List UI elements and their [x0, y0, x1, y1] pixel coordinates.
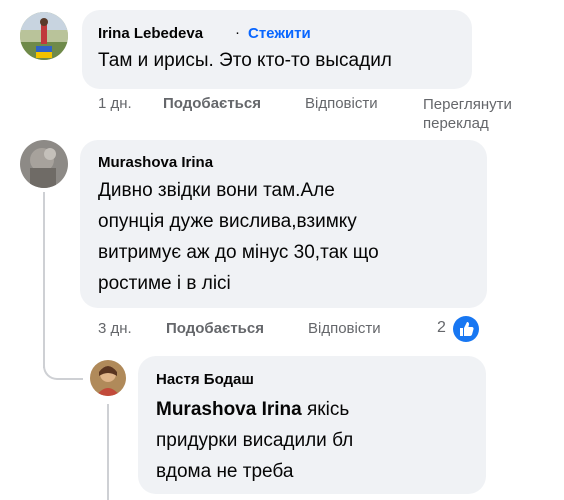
- comment-text-line: Дивно звідки вони там.Але: [98, 180, 335, 201]
- see-translation-button[interactable]: Переглянути переклад: [423, 95, 512, 133]
- see-translation-line2: переклад: [423, 115, 489, 132]
- see-translation-line1: Переглянути: [423, 96, 512, 113]
- avatar-photo-icon: [90, 360, 126, 396]
- comment-text: Дивно звідки вони там.Але опунція дуже в…: [98, 175, 478, 299]
- reaction-count[interactable]: 2: [437, 319, 446, 337]
- comment-text-line: ростиме і в лісі: [98, 273, 231, 294]
- avatar-photo-icon: [20, 12, 68, 60]
- comment-author[interactable]: Irina Lebedeva: [98, 25, 203, 42]
- comment-time[interactable]: 1 дн.: [98, 95, 132, 112]
- comment-text-line: вдома не треба: [156, 461, 294, 482]
- avatar[interactable]: [20, 12, 68, 60]
- thread-line: [43, 192, 45, 368]
- thread-connector-curve: [43, 352, 83, 380]
- reply-button[interactable]: Відповісти: [305, 95, 378, 112]
- comment-text-line: Murashova Irina якісь: [156, 394, 476, 425]
- separator-dot: ·: [235, 24, 240, 41]
- avatar[interactable]: [20, 140, 68, 188]
- follow-button[interactable]: Стежити: [248, 25, 311, 42]
- comment-text-line: витримує аж до мінус 30,так що: [98, 242, 379, 263]
- comment-author[interactable]: Настя Бодаш: [156, 371, 254, 388]
- avatar-photo-icon: [20, 140, 68, 188]
- reply-button[interactable]: Відповісти: [308, 320, 381, 337]
- mention-link[interactable]: Murashova Irina: [156, 399, 302, 420]
- like-button[interactable]: Подобається: [166, 320, 264, 337]
- comment-text-line: придурки висадили бл: [156, 430, 354, 451]
- avatar[interactable]: [90, 360, 126, 396]
- comment-text: Murashova Irina якісь придурки висадили …: [156, 394, 476, 487]
- reply-thread-line: [107, 404, 109, 500]
- comment-text: Там и ирисы. Это кто-то высадил: [98, 50, 392, 71]
- comment-text-line: опунція дуже вислива,взимку: [98, 211, 357, 232]
- like-icon[interactable]: [451, 314, 481, 344]
- comment-time[interactable]: 3 дн.: [98, 320, 132, 337]
- comment-author[interactable]: Murashova Irina: [98, 154, 213, 171]
- like-button[interactable]: Подобається: [163, 95, 261, 112]
- comment-text-fragment: якісь: [301, 399, 350, 420]
